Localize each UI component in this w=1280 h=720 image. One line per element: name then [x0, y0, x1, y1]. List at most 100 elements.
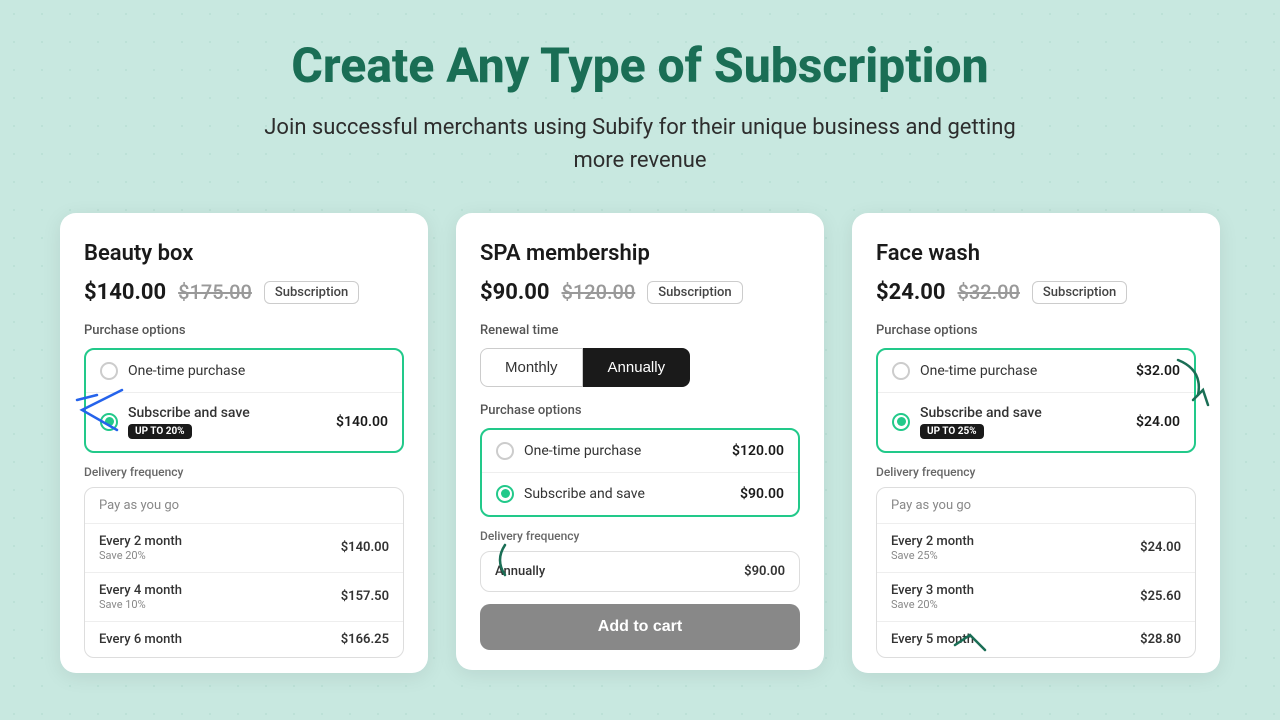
face-wash-options: One-time purchase $32.00 Subscribe and s…: [876, 348, 1196, 453]
face-wash-freq-save-0: Save 25%: [891, 549, 974, 562]
face-wash-freq-label-1: Every 3 month Save 20%: [891, 583, 974, 611]
face-wash-card: Face wash $24.00 $32.00 Subscription Pur…: [852, 213, 1220, 673]
page-subtitle: Join successful merchants using Subify f…: [250, 111, 1030, 177]
beauty-box-options: One-time purchase Subscribe and save UP …: [84, 348, 404, 453]
beauty-box-subscribe-price: $140.00: [336, 414, 388, 430]
beauty-box-save-badge: UP TO 20%: [128, 424, 192, 439]
spa-price-original: $120.00: [562, 280, 636, 304]
beauty-box-freq-row-1[interactable]: Every 4 month Save 10% $157.50: [85, 573, 403, 622]
beauty-box-section-label: Purchase options: [84, 323, 404, 338]
face-wash-freq-price-1: $25.60: [1140, 589, 1181, 604]
spa-radio-dot: [501, 489, 510, 498]
spa-price-row: $90.00 $120.00 Subscription: [480, 280, 800, 305]
beauty-box-freq-label-0: Every 2 month Save 20%: [99, 534, 182, 562]
face-wash-subscribe-col: Subscribe and save UP TO 25%: [920, 405, 1126, 439]
cards-container: Beauty box $140.00 $175.00 Subscription …: [60, 213, 1220, 673]
beauty-box-freq-label-1: Every 4 month Save 10%: [99, 583, 182, 611]
spa-one-time-label: One-time purchase: [524, 443, 722, 459]
spa-radio-subscribe: [496, 485, 514, 503]
spa-option-one-time[interactable]: One-time purchase $120.00: [482, 430, 798, 473]
beauty-box-freq-price-1: $157.50: [341, 589, 389, 604]
page-title: Create Any Type of Subscription: [250, 40, 1030, 93]
beauty-box-delivery-label: Delivery frequency: [84, 465, 404, 479]
spa-annually-price: $90.00: [744, 564, 785, 579]
spa-one-time-price: $120.00: [732, 443, 784, 459]
spa-membership-card: SPA membership $90.00 $120.00 Subscripti…: [456, 213, 824, 670]
face-wash-option-subscribe[interactable]: Subscribe and save UP TO 25% $24.00: [878, 393, 1194, 451]
beauty-box-freq-main-2: Every 6 month: [99, 632, 182, 647]
face-wash-one-time-label: One-time purchase: [920, 363, 1126, 379]
face-wash-radio-one-time: [892, 362, 910, 380]
spa-purchase-label: Purchase options: [480, 403, 800, 418]
face-wash-freq-header: Pay as you go: [877, 488, 1195, 524]
beauty-box-freq-save-0: Save 20%: [99, 549, 182, 562]
beauty-box-radio-one-time: [100, 362, 118, 380]
beauty-box-freq-row-0[interactable]: Every 2 month Save 20% $140.00: [85, 524, 403, 573]
face-wash-freq-row-0[interactable]: Every 2 month Save 25% $24.00: [877, 524, 1195, 573]
spa-add-to-cart-button[interactable]: Add to cart: [480, 604, 800, 650]
page-wrapper: Create Any Type of Subscription Join suc…: [0, 0, 1280, 703]
spa-delivery-label: Delivery frequency: [480, 529, 800, 543]
face-wash-radio-dot: [897, 417, 906, 426]
face-wash-freq-price-0: $24.00: [1140, 540, 1181, 555]
spa-frequency-box: Annually $90.00: [480, 551, 800, 592]
beauty-box-price-original: $175.00: [178, 280, 252, 304]
deco-mid-right-icon: [950, 630, 990, 660]
page-header: Create Any Type of Subscription Join suc…: [250, 40, 1030, 177]
spa-subscribe-price: $90.00: [740, 486, 784, 502]
face-wash-subscribe-price: $24.00: [1136, 414, 1180, 430]
beauty-box-freq-header: Pay as you go: [85, 488, 403, 524]
face-wash-radio-subscribe: [892, 413, 910, 431]
beauty-box-freq-save-1: Save 10%: [99, 598, 182, 611]
beauty-box-freq-label-2: Every 6 month: [99, 632, 182, 647]
face-wash-price-row: $24.00 $32.00 Subscription: [876, 280, 1196, 305]
deco-left-icon: [72, 385, 132, 435]
deco-right-icon: [1168, 355, 1218, 410]
beauty-box-card: Beauty box $140.00 $175.00 Subscription …: [60, 213, 428, 673]
face-wash-option-one-time[interactable]: One-time purchase $32.00: [878, 350, 1194, 393]
face-wash-freq-save-1: Save 20%: [891, 598, 974, 611]
face-wash-delivery-label: Delivery frequency: [876, 465, 1196, 479]
beauty-box-freq-price-2: $166.25: [341, 632, 389, 647]
deco-mid-left-icon: [490, 540, 520, 580]
toggle-annually-button[interactable]: Annually: [583, 348, 691, 387]
spa-options: One-time purchase $120.00 Subscribe and …: [480, 428, 800, 517]
renewal-toggle: Monthly Annually: [480, 348, 800, 387]
face-wash-price-current: $24.00: [876, 280, 946, 305]
face-wash-section-label: Purchase options: [876, 323, 1196, 338]
spa-title: SPA membership: [480, 241, 800, 266]
beauty-box-price-current: $140.00: [84, 280, 166, 305]
toggle-monthly-button[interactable]: Monthly: [480, 348, 583, 387]
beauty-box-price-row: $140.00 $175.00 Subscription: [84, 280, 404, 305]
beauty-box-frequency-box: Pay as you go Every 2 month Save 20% $14…: [84, 487, 404, 658]
beauty-box-freq-main-0: Every 2 month: [99, 534, 182, 549]
spa-radio-one-time: [496, 442, 514, 460]
face-wash-subscribe-label: Subscribe and save: [920, 405, 1126, 421]
face-wash-freq-main-0: Every 2 month: [891, 534, 974, 549]
face-wash-save-badge: UP TO 25%: [920, 424, 984, 439]
beauty-box-badge: Subscription: [264, 281, 359, 304]
spa-badge: Subscription: [647, 281, 742, 304]
face-wash-price-original: $32.00: [958, 280, 1020, 304]
spa-option-subscribe[interactable]: Subscribe and save $90.00: [482, 473, 798, 515]
beauty-box-freq-row-2[interactable]: Every 6 month $166.25: [85, 622, 403, 657]
face-wash-badge: Subscription: [1032, 281, 1127, 304]
beauty-box-freq-price-0: $140.00: [341, 540, 389, 555]
beauty-box-option-subscribe[interactable]: Subscribe and save UP TO 20% $140.00: [86, 393, 402, 451]
beauty-box-subscribe-label: Subscribe and save: [128, 405, 326, 421]
face-wash-freq-price-2: $28.80: [1140, 632, 1181, 647]
spa-renewal-label: Renewal time: [480, 323, 800, 338]
beauty-box-subscribe-col: Subscribe and save UP TO 20%: [128, 405, 326, 439]
beauty-box-freq-main-1: Every 4 month: [99, 583, 182, 598]
face-wash-freq-row-1[interactable]: Every 3 month Save 20% $25.60: [877, 573, 1195, 622]
beauty-box-one-time-label: One-time purchase: [128, 363, 388, 379]
face-wash-title: Face wash: [876, 241, 1196, 266]
face-wash-freq-label-0: Every 2 month Save 25%: [891, 534, 974, 562]
spa-subscribe-label: Subscribe and save: [524, 486, 730, 502]
beauty-box-title: Beauty box: [84, 241, 404, 266]
spa-price-current: $90.00: [480, 280, 550, 305]
spa-annually-row[interactable]: Annually $90.00: [481, 552, 799, 591]
face-wash-frequency-box: Pay as you go Every 2 month Save 25% $24…: [876, 487, 1196, 658]
face-wash-freq-row-2[interactable]: Every 5 month $28.80: [877, 622, 1195, 657]
beauty-box-option-one-time[interactable]: One-time purchase: [86, 350, 402, 393]
